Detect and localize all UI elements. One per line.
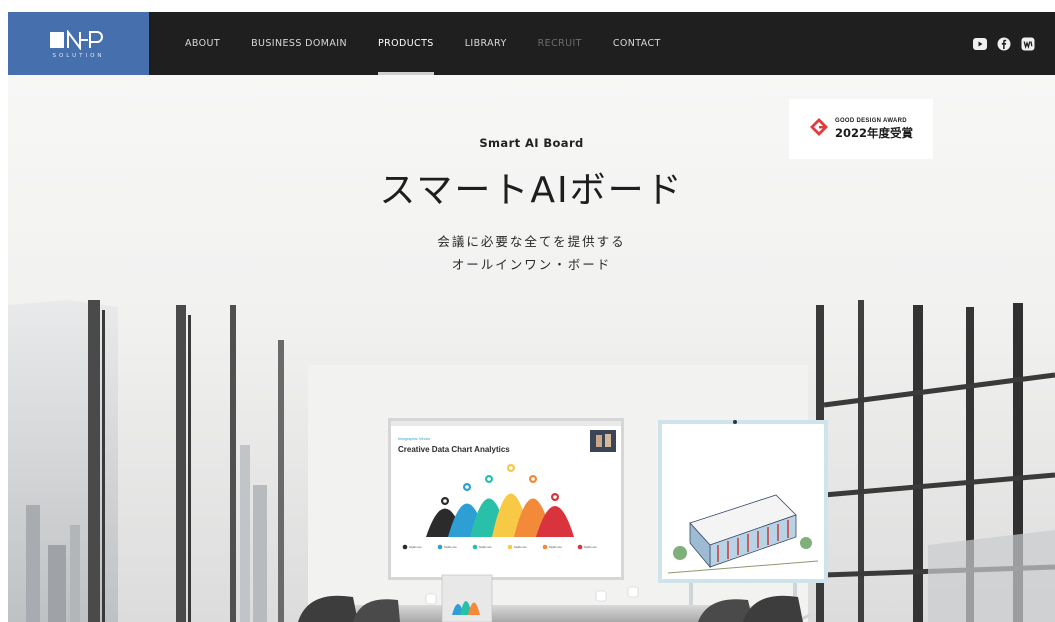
wordpress-icon[interactable]: [1021, 37, 1035, 51]
legend-2: Stylize one: [479, 545, 492, 549]
hero-section: Infographic Vector Creative Data Chart A…: [8, 75, 1055, 622]
top-nav: SOLUTION ABOUT BUSINESS DOMAIN PRODUCTS …: [8, 12, 1055, 75]
nav-item-about[interactable]: ABOUT: [185, 12, 220, 75]
screen-label: Infographic Vector: [398, 436, 431, 441]
award-name: GOOD DESIGN AWARD: [834, 117, 907, 124]
legend-1: Stylize one: [444, 545, 457, 549]
main-menu: ABOUT BUSINESS DOMAIN PRODUCTS LIBRARY R…: [185, 12, 692, 75]
hero-desc-line-1: 会議に必要な全てを提供する: [437, 234, 626, 249]
facebook-icon[interactable]: [997, 37, 1011, 51]
legend-0: Stylize one: [409, 545, 422, 549]
youtube-icon[interactable]: [973, 37, 987, 51]
good-design-award-badge[interactable]: GOOD DESIGN AWARD 2022年度受賞: [789, 99, 933, 159]
nav-item-library[interactable]: LIBRARY: [465, 12, 507, 75]
nav-item-products[interactable]: PRODUCTS: [377, 12, 434, 75]
legend-5: Stylize one: [584, 545, 597, 549]
logo-subtitle: SOLUTION: [52, 53, 105, 59]
hero-eyebrow: Smart AI Board: [479, 136, 584, 150]
nav-item-business-domain[interactable]: BUSINESS DOMAIN: [251, 12, 347, 75]
screen-title: Creative Data Chart Analytics: [398, 445, 510, 454]
logo-mark-icon: [49, 28, 108, 50]
nav-item-recruit[interactable]: RECRUIT: [538, 12, 582, 75]
legend-3: Stylize one: [514, 545, 527, 549]
nav-item-contact[interactable]: CONTACT: [613, 12, 661, 75]
hero-title: スマートAIボード: [379, 170, 684, 211]
legend-4: Stylize one: [549, 545, 562, 549]
brand-logo[interactable]: SOLUTION: [8, 12, 149, 75]
hero-desc-line-2: オールインワン・ボード: [451, 257, 612, 272]
social-links: [973, 12, 1035, 75]
hero-description: 会議に必要な全てを提供する オールインワン・ボード: [8, 230, 1055, 276]
browser-viewport: SOLUTION ABOUT BUSINESS DOMAIN PRODUCTS …: [8, 12, 1055, 622]
